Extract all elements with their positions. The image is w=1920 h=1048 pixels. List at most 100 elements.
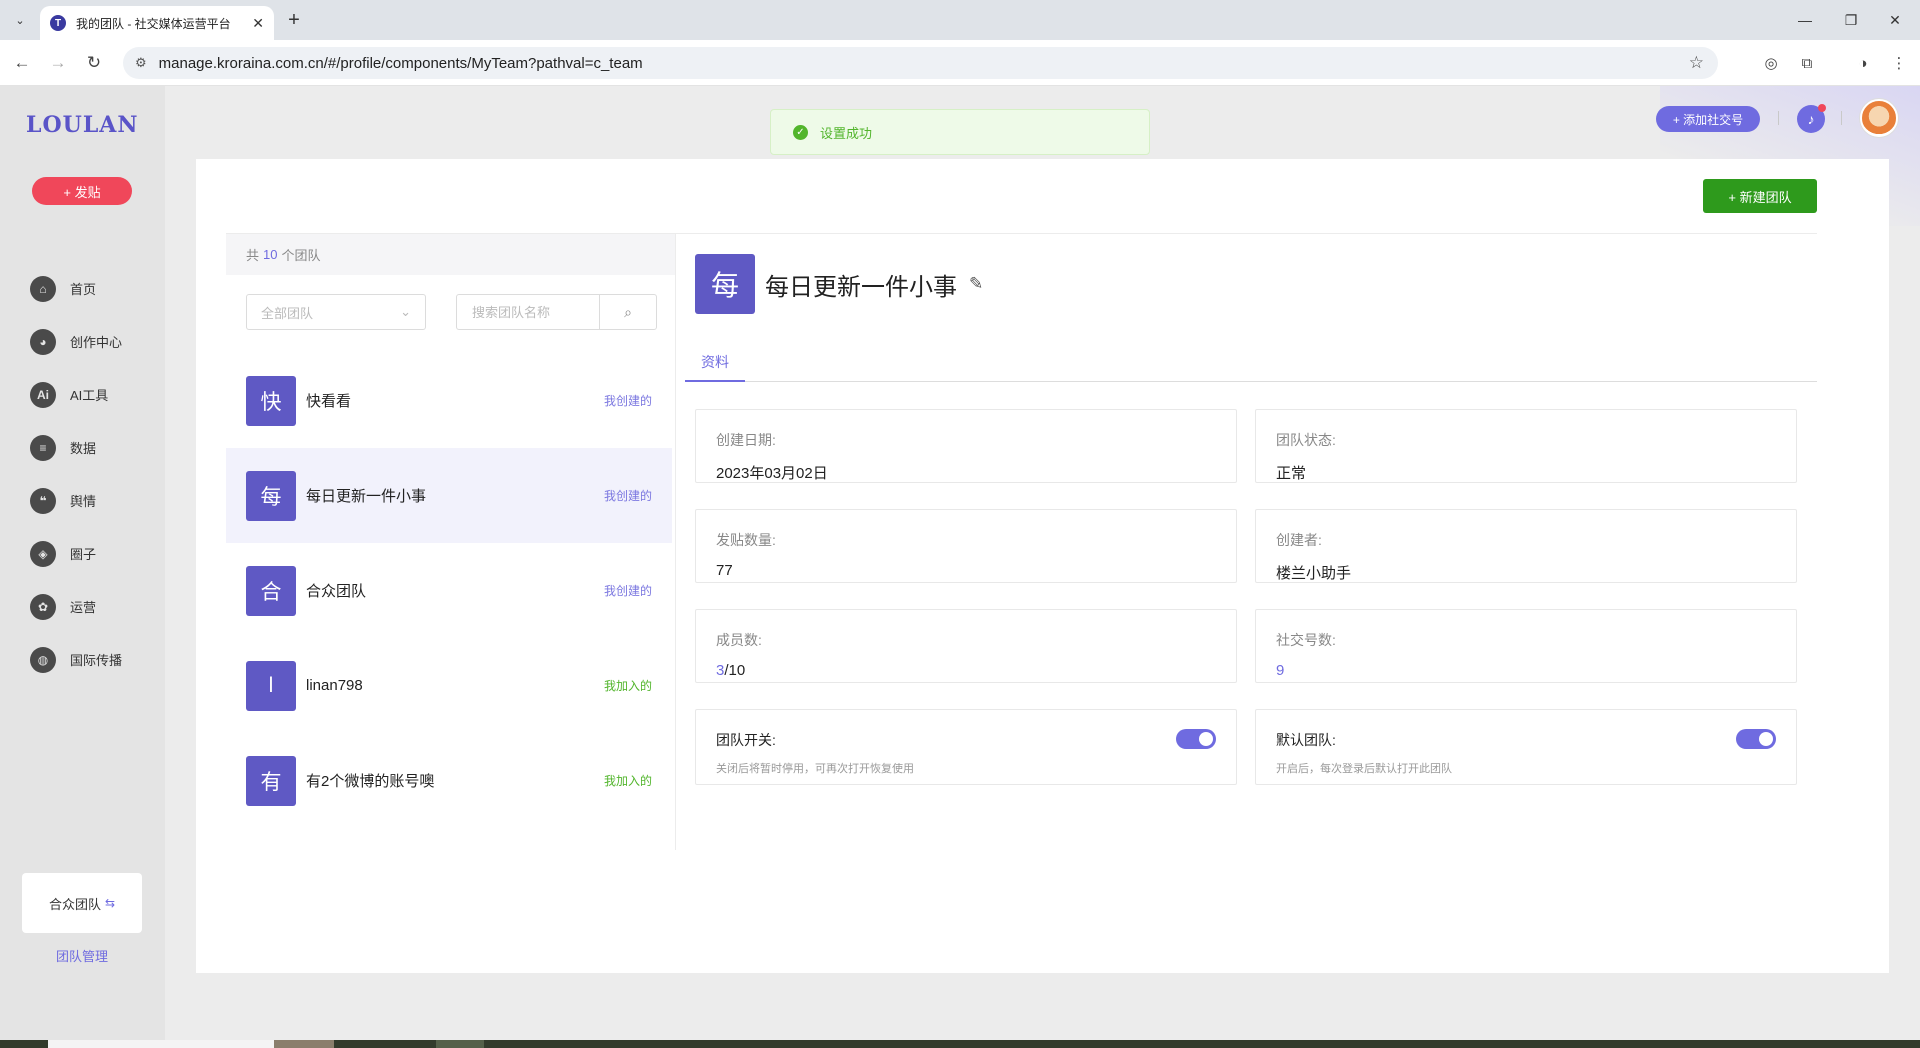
team-role-tag: 我加入的: [603, 679, 652, 693]
sidebar-item-label: 运营: [70, 600, 97, 615]
sidebar-item-data[interactable]: ≡ 数据: [30, 421, 122, 474]
toggle-desc: 开启后，每次登录后默认打开此团队: [1276, 763, 1452, 775]
team-name: 每日更新一件小事: [306, 488, 427, 505]
extension-circle-icon[interactable]: ◎: [1760, 52, 1782, 74]
new-tab-plus-icon[interactable]: +: [282, 8, 306, 32]
new-team-button[interactable]: + 新建团队: [1703, 179, 1817, 213]
team-count-bar: 共 10 个团队: [226, 234, 675, 275]
sidebar-item-label: 圈子: [70, 547, 97, 562]
close-window-icon[interactable]: ✕: [1880, 8, 1910, 32]
team-initial-badge: 快: [246, 375, 296, 426]
members-max: /10: [724, 662, 746, 679]
chevron-down-icon: ⌄: [400, 304, 411, 319]
favicon-icon: T: [50, 15, 66, 31]
team-enable-toggle[interactable]: [1176, 729, 1216, 749]
restore-icon[interactable]: ❐: [1836, 8, 1866, 32]
main-card: + 新建团队 共 10 个团队 全部团队 ⌄ ⌕ 快 快看看 我创建的: [196, 159, 1889, 973]
team-filter-value: 全部团队: [261, 305, 314, 321]
toggle-desc: 关闭后将暂时停用，可再次打开恢复使用: [716, 763, 914, 775]
sidebar-item-ai-tools[interactable]: Ai AI工具: [30, 368, 122, 421]
sidebar-nav: ⌂ 首页 ◕ 创作中心 Ai AI工具 ≡ 数据 ❝ 舆情 ◈ 圈子 ✿ 运营 …: [30, 262, 122, 686]
toggle-label: 团队开关:: [716, 732, 776, 748]
social-count-link[interactable]: 9: [1276, 662, 1776, 679]
detail-tabs: 资料: [685, 348, 1817, 382]
team-switch-card: 团队开关: 关闭后将暂时停用，可再次打开恢复使用: [695, 709, 1237, 785]
success-toast: ✓ 设置成功: [770, 109, 1150, 155]
team-role-tag: 我创建的: [603, 489, 652, 503]
globe-icon: ◍: [30, 646, 56, 673]
sidebar-item-circle[interactable]: ◈ 圈子: [30, 527, 122, 580]
minimize-icon[interactable]: —: [1790, 8, 1820, 32]
search-input[interactable]: [457, 295, 600, 329]
sidebar: LOULAN + 发贴 ⌂ 首页 ◕ 创作中心 Ai AI工具 ≡ 数据 ❝ 舆…: [0, 86, 165, 1040]
team-search: ⌕: [456, 294, 657, 330]
taskbar-app[interactable]: [274, 1040, 334, 1048]
team-manage-link[interactable]: 团队管理: [22, 946, 142, 965]
palette-icon: ◕: [30, 328, 56, 355]
logo[interactable]: LOULAN: [26, 112, 138, 138]
info-post-count: 发贴数量: 77: [695, 509, 1237, 583]
team-list-item-partial[interactable]: [226, 828, 672, 850]
sidebar-item-home[interactable]: ⌂ 首页: [30, 262, 122, 315]
tab-search-chevron-icon[interactable]: ⌄: [9, 9, 31, 31]
bookmark-star-icon[interactable]: ☆: [1689, 53, 1704, 73]
sidebar-item-creation[interactable]: ◕ 创作中心: [30, 315, 122, 368]
back-arrow-icon[interactable]: ←: [10, 51, 34, 75]
team-count: 10: [263, 247, 278, 262]
team-role-tag: 我创建的: [603, 584, 652, 598]
team-initial-badge: 每: [246, 470, 296, 521]
quote-icon: ❝: [30, 487, 56, 514]
search-icon[interactable]: ⌕: [600, 304, 656, 321]
ai-icon: Ai: [30, 381, 56, 408]
default-team-toggle[interactable]: [1736, 729, 1776, 749]
swap-icon: ⇆: [104, 896, 116, 910]
team-list-item[interactable]: 每 每日更新一件小事 我创建的: [226, 448, 672, 543]
info-members: 成员数: 3/10: [695, 609, 1237, 683]
taskbar-app[interactable]: [436, 1040, 484, 1048]
taskbar-app[interactable]: [48, 1040, 274, 1048]
sidebar-item-operation[interactable]: ✿ 运营: [30, 580, 122, 633]
browser-tab[interactable]: T 我的团队 - 社交媒体运营平台 ✕: [40, 6, 274, 40]
reload-icon[interactable]: ↻: [82, 51, 106, 75]
tab-profile[interactable]: 资料: [685, 348, 745, 382]
sidebar-item-label: 数据: [70, 441, 97, 456]
site-settings-icon[interactable]: ⚙: [135, 55, 147, 71]
info-label: 成员数:: [716, 632, 762, 648]
add-social-account-button[interactable]: + 添加社交号: [1656, 106, 1760, 132]
count-prefix: 共: [246, 248, 260, 263]
team-detail-badge: 每: [695, 254, 755, 314]
team-list-item[interactable]: 有 有2个微博的账号噢 我加入的: [226, 733, 672, 828]
header-divider: [1778, 111, 1779, 125]
team-list-item[interactable]: 快 快看看 我创建的: [226, 353, 672, 448]
team-filter-select[interactable]: 全部团队 ⌄: [246, 294, 426, 330]
team-detail-title: 每日更新一件小事: [765, 273, 957, 301]
team-initial-badge: 合: [246, 565, 296, 616]
forward-arrow-icon[interactable]: →: [46, 51, 70, 75]
info-creator: 创建者: 楼兰小助手: [1255, 509, 1797, 583]
current-team-switcher[interactable]: 合众团队 ⇆: [22, 873, 142, 933]
close-tab-icon[interactable]: ✕: [252, 15, 264, 32]
info-label: 创建日期:: [716, 432, 776, 448]
sidebar-item-label: 舆情: [70, 494, 97, 509]
team-list-item[interactable]: l linan798 我加入的: [226, 638, 672, 733]
team-list-item[interactable]: 合 合众团队 我创建的: [226, 543, 672, 638]
sidebar-item-sentiment[interactable]: ❝ 舆情: [30, 474, 122, 527]
operation-icon: ✿: [30, 593, 56, 620]
team-name: 合众团队: [306, 583, 367, 600]
post-button[interactable]: + 发贴: [32, 177, 132, 205]
browser-tabbar: ⌄ T 我的团队 - 社交媒体运营平台 ✕ + — ❐ ✕: [0, 0, 1920, 40]
team-list-panel: 共 10 个团队 全部团队 ⌄ ⌕ 快 快看看 我创建的 每 每日更新一件小事: [226, 234, 676, 850]
url-text[interactable]: manage.kroraina.com.cn/#/profile/compone…: [159, 55, 643, 72]
extensions-puzzle-icon[interactable]: ⧉: [1796, 52, 1818, 74]
info-value: 3/10: [716, 662, 1216, 679]
team-initial-badge: l: [246, 660, 296, 711]
team-role-tag: 我创建的: [603, 394, 652, 408]
info-label: 团队状态:: [1276, 432, 1336, 448]
browser-menu-icon[interactable]: ⋮: [1888, 52, 1910, 74]
address-bar[interactable]: ⚙ manage.kroraina.com.cn/#/profile/compo…: [123, 47, 1718, 79]
info-label: 社交号数:: [1276, 632, 1336, 648]
avatar[interactable]: [1860, 99, 1898, 137]
edit-pencil-icon[interactable]: ✎: [969, 274, 983, 294]
sidebar-item-international[interactable]: ◍ 国际传播: [30, 633, 122, 686]
profile-icon[interactable]: ◑: [1852, 52, 1874, 74]
